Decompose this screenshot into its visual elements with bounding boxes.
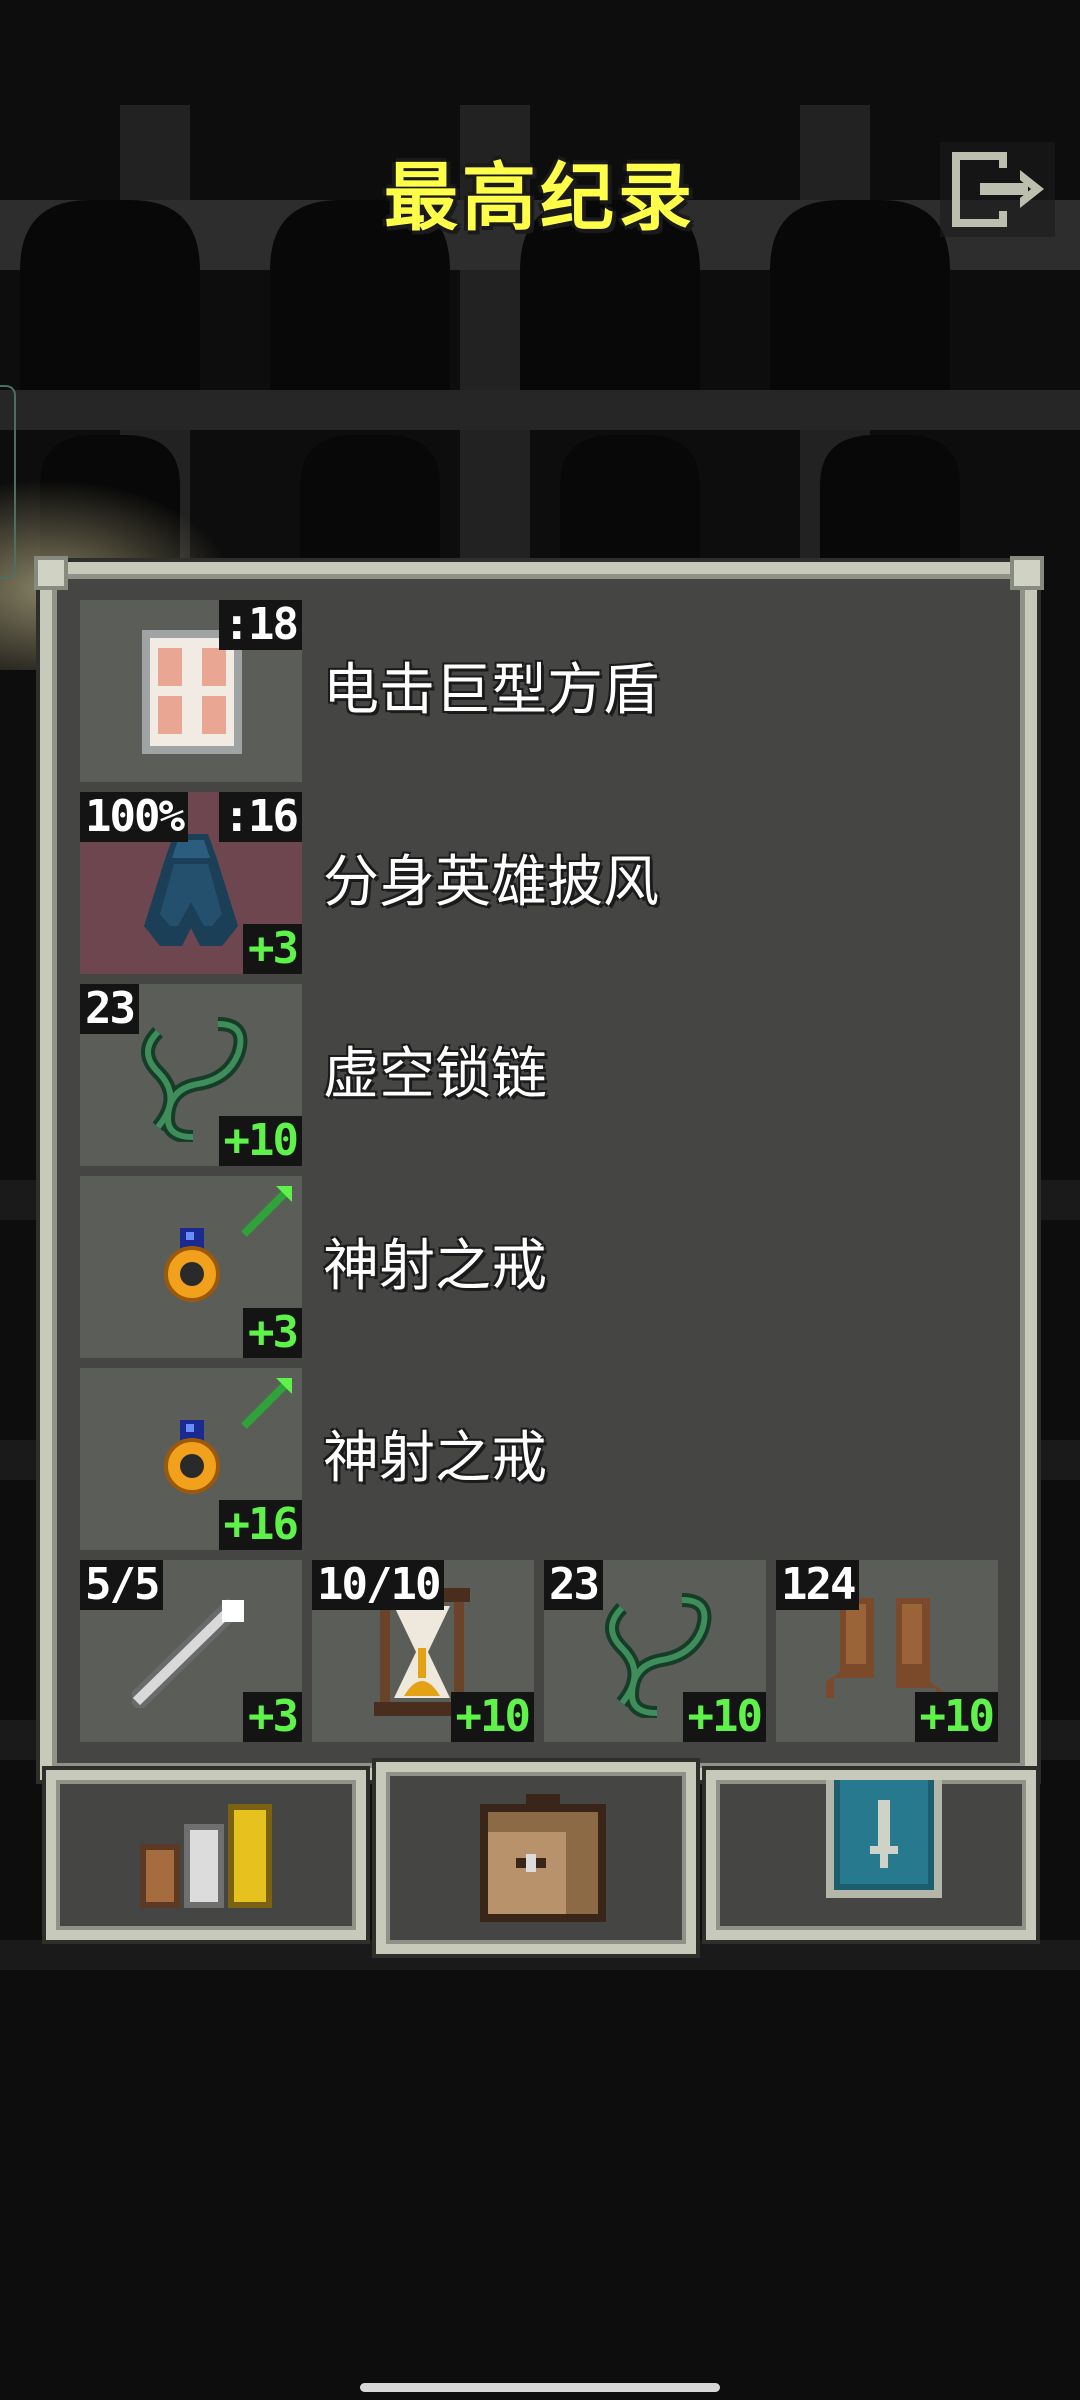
tab-backpack[interactable]: [376, 1762, 696, 1954]
ring-icon: [164, 1228, 220, 1302]
quickslot[interactable]: 124 +10: [776, 1560, 998, 1742]
item-name: 神射之戒: [323, 1426, 547, 1491]
quickslot-charges-label: 5/5: [80, 1560, 164, 1610]
item-upgrade-label: +16: [218, 1500, 302, 1550]
arrow-icon: [241, 1378, 292, 1429]
list-item[interactable]: +16 神射之戒: [80, 1368, 1000, 1550]
panel-corner: [34, 556, 68, 590]
item-slot: +3: [80, 1176, 302, 1358]
item-name: 神射之戒: [323, 1234, 547, 1299]
home-indicator[interactable]: [360, 2383, 720, 2392]
item-name: 虚空锁链: [323, 1042, 547, 1107]
item-name: 分身英雄披风: [323, 850, 659, 915]
item-slot: :18: [80, 600, 302, 782]
cloak-icon: [144, 834, 238, 946]
item-upgrade-label: +3: [243, 1308, 302, 1358]
wand-icon: [132, 1598, 244, 1708]
item-name: 电击巨型方盾: [323, 658, 659, 723]
page-title: 最高纪录: [384, 155, 696, 241]
item-charge-label: :18: [218, 600, 302, 650]
quickslot[interactable]: 10/10 +10: [312, 1560, 534, 1742]
side-drawer-tab[interactable]: [0, 385, 16, 579]
quickslot-upgrade-label: +10: [682, 1692, 766, 1742]
quickslot[interactable]: 23 +10: [544, 1560, 766, 1742]
quickslot-quantity-label: 124: [776, 1560, 860, 1610]
item-upgrade-label: +10: [218, 1116, 302, 1166]
panel-corner: [1010, 556, 1044, 590]
quickslot-upgrade-label: +10: [450, 1692, 534, 1742]
list-item[interactable]: +3 神射之戒: [80, 1176, 1000, 1358]
backpack-icon: [480, 1794, 606, 1922]
list-item[interactable]: 23 +10 虚空锁链: [80, 984, 1000, 1166]
list-item[interactable]: 100% :16 +3 分身英雄披风: [80, 792, 1000, 974]
stats-icon: [140, 1804, 272, 1908]
item-slot: +16: [80, 1368, 302, 1550]
ring-icon: [164, 1420, 220, 1494]
item-charge-label: :16: [218, 792, 302, 842]
journal-icon: [826, 1780, 942, 1898]
quickslot-upgrade-label: +3: [243, 1692, 302, 1742]
tab-stats[interactable]: [46, 1770, 366, 1940]
item-slot: 100% :16 +3: [80, 792, 302, 974]
item-percent-label: 100%: [80, 792, 188, 842]
arrow-icon: [241, 1186, 292, 1237]
exit-button[interactable]: [940, 142, 1055, 237]
item-quantity-label: 23: [80, 984, 139, 1034]
item-slot: 23 +10: [80, 984, 302, 1166]
quickslot-charges-label: 10/10: [312, 1560, 445, 1610]
list-item[interactable]: :18 电击巨型方盾: [80, 600, 1000, 782]
quickslot-upgrade-label: +10: [914, 1692, 998, 1742]
quickslot[interactable]: 5/5 +3: [80, 1560, 302, 1742]
item-upgrade-label: +3: [243, 924, 302, 974]
tab-journal[interactable]: [706, 1770, 1036, 1940]
quickslot-quantity-label: 23: [544, 1560, 603, 1610]
exit-icon: [940, 142, 1055, 237]
